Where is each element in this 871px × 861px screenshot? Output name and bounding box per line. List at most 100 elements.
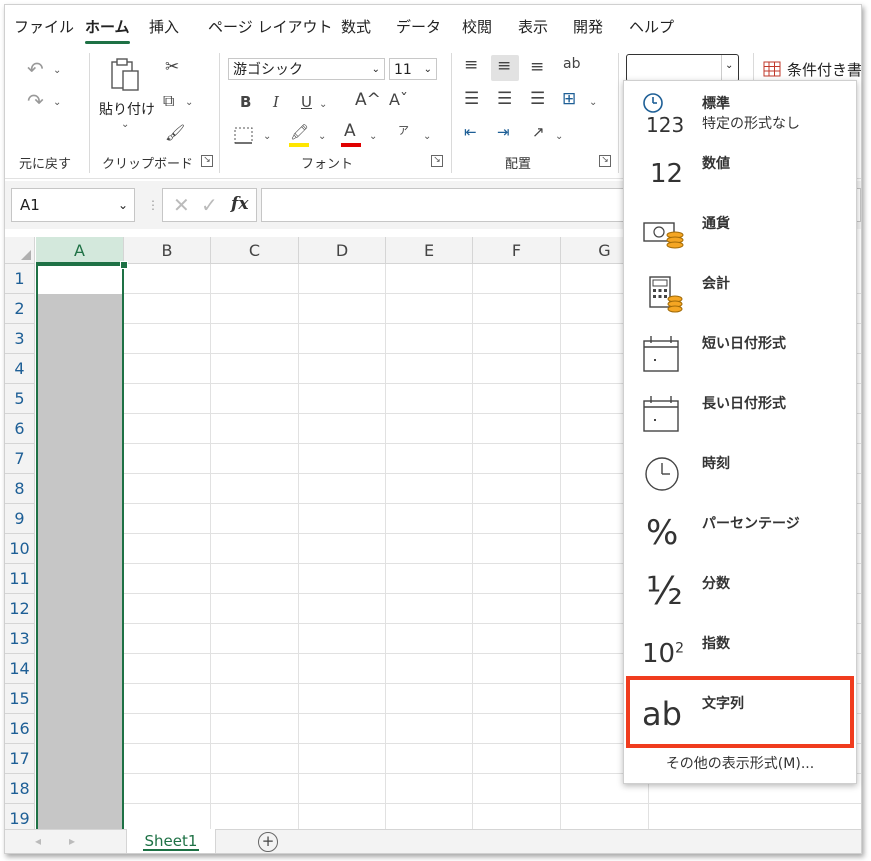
fill-handle[interactable] — [120, 261, 128, 269]
border-dropdown-icon[interactable]: ⌄ — [263, 131, 271, 142]
row-header-15[interactable]: 15 — [5, 684, 35, 714]
row-header-4[interactable]: 4 — [5, 354, 35, 384]
font-color-dropdown-icon[interactable]: ⌄ — [369, 131, 377, 142]
redo-icon[interactable]: ↷ — [27, 91, 44, 111]
cut-icon[interactable]: ✂ — [165, 59, 179, 76]
undo-icon[interactable]: ↶ — [27, 59, 44, 79]
tab-view[interactable]: 表示 — [518, 16, 548, 37]
column-header-d[interactable]: D — [299, 237, 386, 264]
number-format-dropdown[interactable]: ⌄ — [721, 55, 738, 81]
alignment-launcher-icon[interactable]: ↘ — [599, 155, 611, 167]
more-number-formats-link[interactable]: その他の表示形式(M)... — [624, 753, 856, 773]
orientation-icon[interactable]: ↗ — [532, 125, 545, 140]
row-header-1[interactable]: 1 — [5, 264, 35, 294]
format-item-currency[interactable]: 通貨 — [624, 201, 856, 261]
phonetic-dropdown-icon[interactable]: ⌄ — [423, 131, 431, 142]
format-item-fraction[interactable]: ½ 分数 — [624, 561, 856, 621]
row-header-3[interactable]: 3 — [5, 324, 35, 354]
tab-page-layout[interactable]: ページ レイアウト — [208, 16, 332, 37]
increase-font-size-button[interactable]: A^ — [355, 92, 381, 109]
scroll-left-icon[interactable]: ◂ — [35, 834, 41, 848]
bold-button[interactable]: B — [240, 95, 251, 110]
row-header-18[interactable]: 18 — [5, 774, 35, 804]
scroll-right-icon[interactable]: ▸ — [69, 834, 75, 848]
underline-dropdown-icon[interactable]: ⌄ — [319, 99, 327, 110]
fill-color-dropdown-icon[interactable]: ⌄ — [318, 131, 326, 142]
paste-dropdown-icon[interactable]: ⌄ — [121, 119, 129, 130]
cancel-icon[interactable]: ✕ — [173, 193, 190, 217]
drag-handle-icon[interactable]: ⋮ — [147, 198, 159, 212]
format-item-scientific[interactable]: 102 指数 — [624, 621, 856, 681]
column-header-c[interactable]: C — [211, 237, 299, 264]
row-header-11[interactable]: 11 — [5, 564, 35, 594]
row-header-14[interactable]: 14 — [5, 654, 35, 684]
tab-developer[interactable]: 開発 — [573, 16, 603, 37]
underline-button[interactable]: U — [301, 95, 312, 110]
row-header-8[interactable]: 8 — [5, 474, 35, 504]
row-header-6[interactable]: 6 — [5, 414, 35, 444]
copy-icon[interactable]: ⧉ — [163, 93, 174, 109]
add-sheet-button[interactable]: + — [258, 832, 278, 852]
format-item-accounting[interactable]: 会計 — [624, 261, 856, 321]
row-header-7[interactable]: 7 — [5, 444, 35, 474]
tab-help[interactable]: ヘルプ — [629, 16, 674, 37]
tab-formulas[interactable]: 数式 — [341, 16, 371, 37]
orientation-dropdown-icon[interactable]: ⌄ — [555, 131, 563, 142]
font-size-select[interactable]: 11 ⌄ — [389, 58, 437, 80]
decrease-font-size-button[interactable]: Aˇ — [389, 92, 408, 108]
column-header-a[interactable]: A — [36, 237, 124, 264]
merge-dropdown-icon[interactable]: ⌄ — [589, 97, 597, 108]
selected-column-range[interactable] — [36, 264, 124, 834]
format-item-short-date[interactable]: 短い日付形式 — [624, 321, 856, 381]
phonetic-icon[interactable]: ア — [398, 125, 409, 136]
align-middle-button[interactable]: ≡ — [491, 55, 519, 81]
select-all-corner[interactable] — [5, 237, 35, 264]
fill-color-icon[interactable]: 🖍 — [290, 125, 309, 140]
insert-function-button[interactable]: fx — [231, 194, 248, 214]
column-header-f[interactable]: F — [473, 237, 561, 264]
format-item-long-date[interactable]: 長い日付形式 — [624, 381, 856, 441]
undo-dropdown-icon[interactable]: ⌄ — [53, 65, 61, 76]
clipboard-launcher-icon[interactable]: ↘ — [201, 155, 213, 167]
row-header-10[interactable]: 10 — [5, 534, 35, 564]
paste-button[interactable]: 貼り付け ⌄ — [99, 57, 155, 130]
column-header-b[interactable]: B — [124, 237, 211, 264]
font-name-select[interactable]: 游ゴシック ⌄ — [228, 58, 385, 80]
tab-data[interactable]: データ — [396, 16, 441, 37]
merge-center-icon[interactable]: ⊞ — [562, 91, 576, 108]
sheet-tab[interactable]: Sheet1 — [126, 829, 216, 853]
copy-dropdown-icon[interactable]: ⌄ — [185, 97, 193, 108]
wrap-text-icon[interactable]: ab — [563, 57, 580, 71]
align-center-icon[interactable]: ☰ — [497, 91, 512, 108]
number-format-select[interactable]: ⌄ — [626, 54, 739, 82]
enter-check-icon[interactable]: ✓ — [201, 193, 218, 217]
row-header-2[interactable]: 2 — [5, 294, 35, 324]
name-box[interactable]: A1 ⌄ — [11, 188, 135, 222]
column-header-e[interactable]: E — [386, 237, 473, 264]
tab-insert[interactable]: 挿入 — [149, 16, 179, 37]
tab-review[interactable]: 校閲 — [462, 16, 492, 37]
align-bottom-icon[interactable]: ≡ — [530, 59, 544, 76]
format-item-number[interactable]: 12 数値 — [624, 141, 856, 201]
decrease-indent-icon[interactable]: ⇤ — [464, 125, 477, 140]
row-header-9[interactable]: 9 — [5, 504, 35, 534]
active-cell[interactable] — [38, 266, 122, 294]
tab-file[interactable]: ファイル — [14, 16, 74, 37]
row-header-12[interactable]: 12 — [5, 594, 35, 624]
redo-dropdown-icon[interactable]: ⌄ — [53, 97, 61, 108]
align-top-icon[interactable]: ≡ — [464, 57, 478, 74]
row-header-17[interactable]: 17 — [5, 744, 35, 774]
increase-indent-icon[interactable]: ⇥ — [497, 125, 510, 140]
row-header-16[interactable]: 16 — [5, 714, 35, 744]
row-header-13[interactable]: 13 — [5, 624, 35, 654]
tab-home[interactable]: ホーム — [85, 16, 130, 44]
format-item-general[interactable]: 123 標準 特定の形式なし — [624, 81, 856, 141]
align-right-icon[interactable]: ☰ — [530, 91, 545, 108]
border-icon[interactable] — [234, 127, 254, 145]
format-item-percentage[interactable]: % パーセンテージ — [624, 501, 856, 561]
font-launcher-icon[interactable]: ↘ — [431, 155, 443, 167]
italic-button[interactable]: I — [273, 95, 279, 110]
format-painter-icon[interactable]: 🖌 — [165, 125, 185, 141]
align-left-icon[interactable]: ☰ — [464, 91, 479, 108]
row-header-5[interactable]: 5 — [5, 384, 35, 414]
